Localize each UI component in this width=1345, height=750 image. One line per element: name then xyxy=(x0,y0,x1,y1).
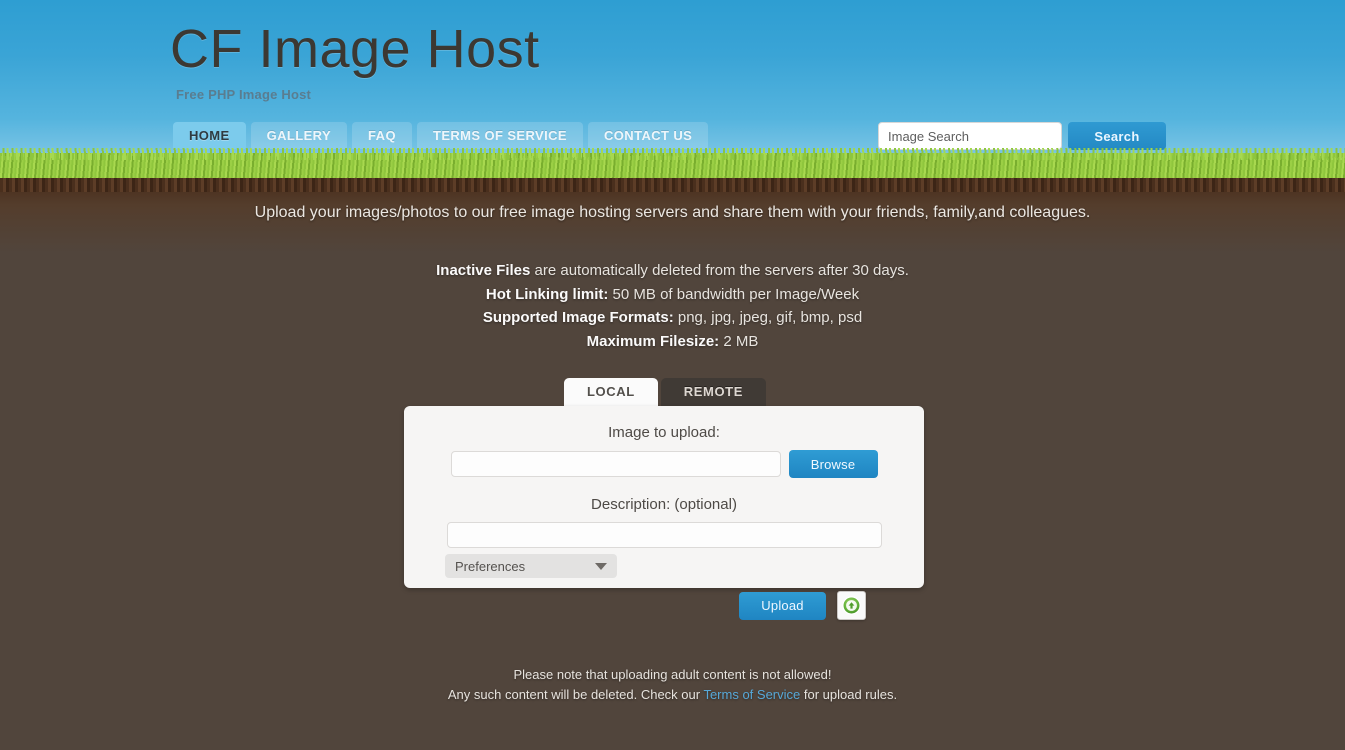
main-navigation: HOME GALLERY FAQ TERMS OF SERVICE CONTAC… xyxy=(173,122,709,149)
file-path-input[interactable] xyxy=(450,451,781,477)
info-value-inactive-files: are automatically deleted from the serve… xyxy=(530,262,909,279)
tab-local[interactable]: LOCAL xyxy=(564,378,658,406)
preferences-label: Preferences xyxy=(455,558,526,574)
upload-button[interactable]: Upload xyxy=(739,591,826,620)
nav-item-faq[interactable]: FAQ xyxy=(352,122,412,149)
footer-notice: Please note that uploading adult content… xyxy=(0,665,1345,705)
footer-text-before: Any such content will be deleted. Check … xyxy=(447,687,704,702)
upload-actions-row: Upload xyxy=(739,591,866,620)
info-label-hot-linking: Hot Linking limit: xyxy=(485,285,609,303)
upload-form-area: LOCAL REMOTE Image to upload: Browse Des… xyxy=(404,378,924,588)
search-button[interactable]: Search xyxy=(1068,122,1166,150)
intro-text: Upload your images/photos to our free im… xyxy=(254,204,1091,221)
page-title: CF Image Host xyxy=(170,19,540,79)
search-input[interactable] xyxy=(878,122,1062,150)
info-line-hot-linking: Hot Linking limit: 50 MB of bandwidth pe… xyxy=(0,283,1345,307)
nav-item-contact-us[interactable]: CONTACT US xyxy=(588,122,709,149)
info-line-max-filesize: Maximum Filesize: 2 MB xyxy=(0,330,1345,354)
upload-tabs: LOCAL REMOTE xyxy=(404,378,924,406)
footer-line-2: Any such content will be deleted. Check … xyxy=(0,685,1345,705)
footer-line-1: Please note that uploading adult content… xyxy=(513,667,832,682)
info-value-formats: png, jpg, jpeg, gif, bmp, psd xyxy=(673,309,863,326)
info-label-formats: Supported Image Formats: xyxy=(482,309,674,326)
tab-remote[interactable]: REMOTE xyxy=(660,378,766,406)
info-label-max-filesize: Maximum Filesize: xyxy=(586,332,720,350)
nav-item-home[interactable]: HOME xyxy=(173,122,246,149)
nav-item-gallery[interactable]: GALLERY xyxy=(250,122,348,149)
file-input-row: Browse xyxy=(404,450,924,478)
image-to-upload-label: Image to upload: xyxy=(608,424,720,441)
service-info-block: Inactive Files are automatically deleted… xyxy=(0,259,1345,353)
nav-item-terms-of-service[interactable]: TERMS OF SERVICE xyxy=(416,122,583,149)
add-circle-icon xyxy=(842,596,861,615)
chevron-down-icon xyxy=(595,562,607,570)
browse-button[interactable]: Browse xyxy=(788,450,878,478)
preferences-dropdown[interactable]: Preferences xyxy=(445,554,617,578)
page-content: Upload your images/photos to our free im… xyxy=(0,183,1345,750)
grass-strip xyxy=(0,148,1345,192)
search-bar: Search xyxy=(878,122,1166,150)
info-line-formats: Supported Image Formats: png, jpg, jpeg,… xyxy=(0,306,1345,330)
info-line-inactive-files: Inactive Files are automatically deleted… xyxy=(0,259,1345,283)
footer-text-after: for upload rules. xyxy=(800,687,898,702)
info-value-hot-linking: 50 MB of bandwidth per Image/Week xyxy=(608,285,860,303)
add-file-button[interactable] xyxy=(837,591,866,620)
info-label-inactive-files: Inactive Files xyxy=(436,262,531,279)
upload-panel: Image to upload: Browse Description: (op… xyxy=(404,406,924,588)
description-input[interactable] xyxy=(446,522,882,548)
info-value-max-filesize: 2 MB xyxy=(719,332,759,350)
header-sky-banner: CF Image Host Free PHP Image Host HOME G… xyxy=(0,0,1345,158)
description-label: Description: (optional) xyxy=(591,496,737,513)
page-subtitle: Free PHP Image Host xyxy=(176,87,312,102)
terms-of-service-link[interactable]: Terms of Service xyxy=(703,687,800,702)
